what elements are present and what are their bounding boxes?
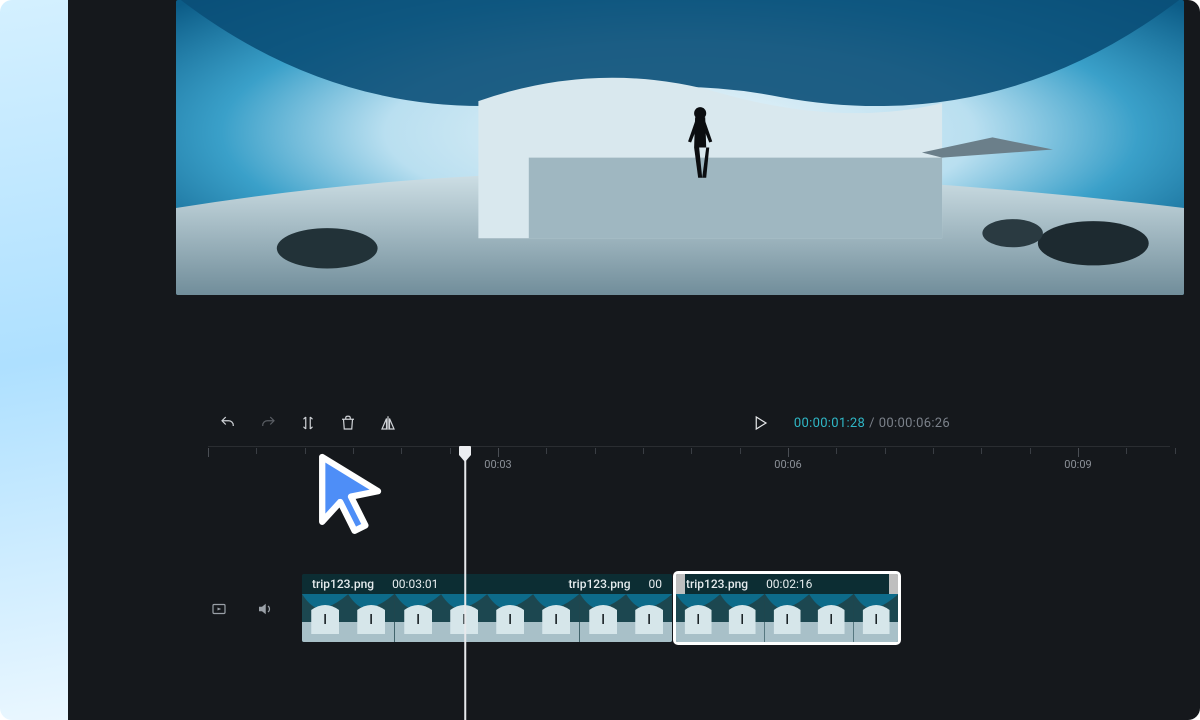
undo-icon bbox=[219, 414, 237, 432]
trash-icon bbox=[339, 414, 357, 432]
clip-filename-tail: trip123.png bbox=[568, 577, 630, 591]
preview-image bbox=[176, 0, 1184, 295]
video-track-toggle[interactable] bbox=[208, 598, 230, 620]
ruler-label: 00:06 bbox=[774, 458, 801, 471]
clip-thumbnail bbox=[533, 594, 579, 642]
split-button[interactable] bbox=[288, 408, 328, 438]
play-icon bbox=[751, 414, 769, 432]
audio-track-toggle[interactable] bbox=[254, 598, 276, 620]
video-track-icon bbox=[210, 600, 228, 618]
clip-thumbnail bbox=[809, 594, 853, 642]
ruler-label: 00:09 bbox=[1064, 458, 1091, 471]
clip-thumbnails bbox=[302, 594, 672, 642]
playhead-handle[interactable] bbox=[458, 445, 472, 463]
preview-viewport[interactable] bbox=[176, 0, 1184, 295]
track-header bbox=[208, 598, 276, 620]
clip-thumbnail bbox=[348, 594, 394, 642]
clip-row: trip123.png 00:03:01 trip123.png 00 trip… bbox=[302, 574, 906, 642]
clip-thumbnail bbox=[626, 594, 672, 642]
undo-button[interactable] bbox=[208, 408, 248, 438]
timecode-current: 00:00:01:28 bbox=[794, 416, 865, 431]
clip-thumbnail bbox=[676, 594, 720, 642]
timecode-total: 00:00:06:26 bbox=[879, 416, 950, 431]
clip-duration: 00:03:01 bbox=[392, 577, 438, 591]
clip-thumbnail bbox=[302, 594, 348, 642]
playhead-line[interactable] bbox=[464, 460, 466, 720]
clip-thumbnail bbox=[854, 594, 898, 642]
clip-thumbnail bbox=[580, 594, 626, 642]
clip-filename: trip123.png bbox=[312, 577, 374, 591]
redo-button[interactable] bbox=[248, 408, 288, 438]
timecode-separator: / bbox=[865, 416, 879, 431]
delete-button[interactable] bbox=[328, 408, 368, 438]
video-editor-panel: 00:00:01:28/00:00:06:26 00:03 00:06 00:09 bbox=[68, 0, 1200, 720]
play-button[interactable] bbox=[740, 408, 780, 438]
pointer-cursor-overlay bbox=[306, 448, 396, 538]
timeline-clip[interactable]: trip123.png 00:03:01 trip123.png 00 bbox=[302, 574, 672, 642]
clip-filename: trip123.png bbox=[686, 577, 748, 591]
timeline-toolbar: 00:00:01:28/00:00:06:26 bbox=[208, 408, 1170, 438]
clip-thumbnail bbox=[765, 594, 809, 642]
split-icon bbox=[299, 414, 317, 432]
redo-icon bbox=[259, 414, 277, 432]
timeline-clip[interactable]: trip123.png 00:02:16 bbox=[676, 574, 898, 642]
clip-duration: 00:02:16 bbox=[766, 577, 812, 591]
mirror-icon bbox=[379, 414, 397, 432]
ruler-label: 00:03 bbox=[484, 458, 511, 471]
clip-duration-tail-trunc: 00 bbox=[649, 577, 663, 591]
speaker-icon bbox=[256, 600, 274, 618]
playback-controls: 00:00:01:28/00:00:06:26 bbox=[740, 408, 950, 438]
clip-thumbnails bbox=[676, 594, 898, 642]
timecode-display: 00:00:01:28/00:00:06:26 bbox=[794, 416, 950, 431]
clip-thumbnail bbox=[720, 594, 764, 642]
clip-thumbnail bbox=[395, 594, 441, 642]
clip-thumbnail bbox=[487, 594, 533, 642]
mirror-button[interactable] bbox=[368, 408, 408, 438]
